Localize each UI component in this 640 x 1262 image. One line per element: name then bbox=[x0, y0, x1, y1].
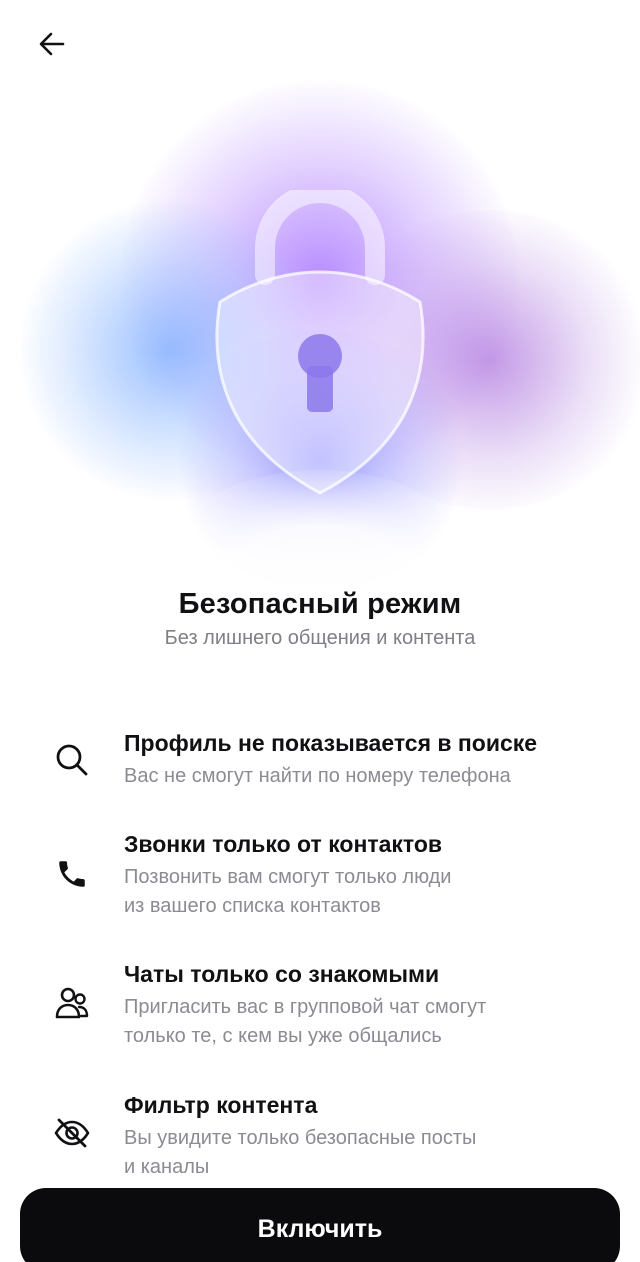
feature-title: Фильтр контента bbox=[124, 1092, 318, 1118]
feature-title: Профиль не показывается в поиске bbox=[124, 730, 538, 756]
page-subtitle: Без лишнего общения и контента bbox=[164, 627, 476, 649]
feature-description: Вас не смогут найти по номеру телефона bbox=[124, 765, 511, 787]
feature-description: Вы увидите только безопасные посты и кан… bbox=[124, 1127, 477, 1178]
back-button[interactable] bbox=[30, 24, 74, 64]
phone-icon bbox=[50, 852, 94, 896]
arrow-left-icon bbox=[39, 32, 65, 56]
feature-description: Позвонить вам смогут только люди из ваше… bbox=[124, 866, 452, 917]
feature-title: Звонки только от контактов bbox=[124, 831, 443, 857]
shield-lock-icon bbox=[215, 190, 425, 495]
eye-off-icon bbox=[50, 1111, 94, 1155]
page-title: Безопасный режим bbox=[178, 588, 462, 620]
feature-title: Чаты только со знакомыми bbox=[124, 961, 440, 987]
enable-button[interactable]: Включить bbox=[20, 1188, 620, 1262]
search-icon bbox=[50, 738, 94, 782]
people-icon bbox=[50, 982, 94, 1026]
feature-description: Пригласить вас в групповой чат смогут то… bbox=[124, 996, 487, 1047]
